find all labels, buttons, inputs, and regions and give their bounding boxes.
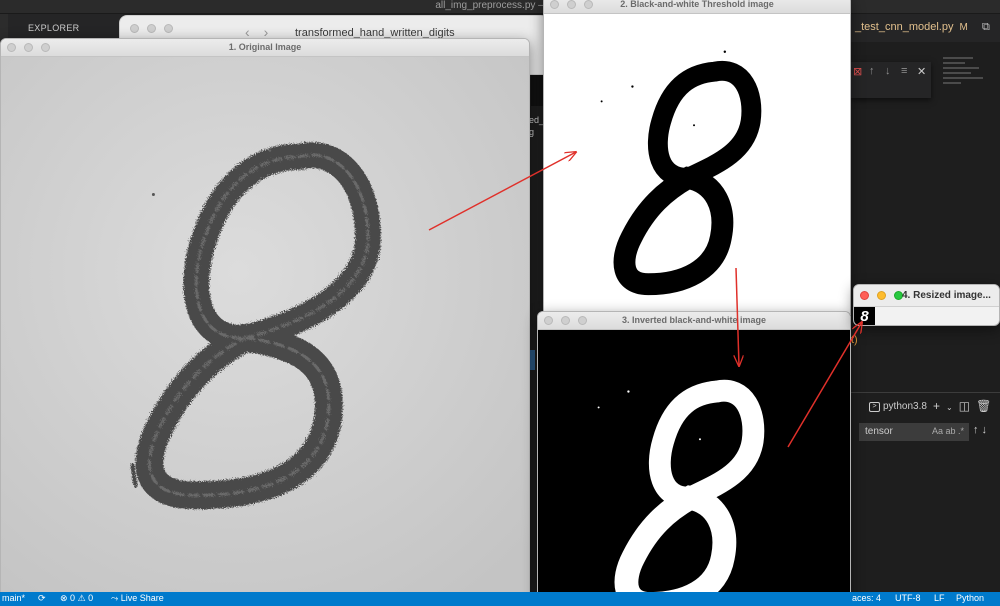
split-editor-icon[interactable]: ⧉ [982,21,994,33]
sync-icon[interactable]: ⟳ [38,593,46,604]
find-next-icon[interactable]: ↓ [885,65,891,77]
editor-file-fragment: ed_ g [529,115,545,137]
find-close-icon[interactable]: ✕ [917,65,926,78]
inverted-image [538,330,850,605]
language-mode[interactable]: Python [956,593,984,603]
new-terminal-icon[interactable]: + [933,399,946,413]
inverted-image-window: 3. Inverted black-and-white image [537,311,851,606]
terminal-find-input[interactable]: tensor Aa ab .* [859,423,969,441]
window-titlebar[interactable]: 2. Black-and-white Threshold image [544,0,850,14]
digit-eight-photo [1,57,529,593]
original-image-window: 1. Original Image [0,38,530,594]
window-title: 2. Black-and-white Threshold image [620,0,774,9]
finder-window-controls [130,24,173,33]
trash-icon[interactable]: 🗑 [976,399,997,413]
encoding-indicator[interactable]: UTF-8 [895,593,921,603]
resized-image-window: 4. Resized image... 8 [853,284,1000,326]
editor-tab-label: _test_cnn_model.py [855,21,954,33]
git-branch[interactable]: main* [2,593,25,603]
minimap[interactable] [943,54,987,108]
window-title: 3. Inverted black-and-white image [621,315,767,325]
close-icon[interactable] [860,291,869,300]
window-title: 4. Resized image... [902,290,991,301]
code-fragment: t) [851,334,858,346]
terminal-icon: > [869,401,880,412]
split-terminal-icon[interactable]: ◫ [959,399,976,413]
minimize-icon[interactable] [877,291,886,300]
find-options[interactable]: Aa ab .* [932,426,964,436]
terminal-panel: > python3.8 +⌄◫🗑 tensor Aa ab .* ↑ ↓ [851,392,1000,592]
find-widget: ⊠ ↑ ↓ ≡ ✕ [851,62,931,98]
modified-badge: M [959,22,968,33]
terminal-find-arrows[interactable]: ↑ ↓ [973,424,987,436]
chevron-down-icon[interactable]: ⌄ [946,403,959,412]
live-share-button[interactable]: ⤳ Live Share [111,593,164,604]
eol-indicator[interactable]: LF [934,593,945,603]
window-titlebar[interactable]: 3. Inverted black-and-white image [538,312,850,330]
window-titlebar[interactable]: 4. Resized image... [854,285,999,307]
problems-indicator[interactable]: ⊗ 0 ⚠ 0 [60,593,93,604]
window-title: 1. Original Image [228,42,302,52]
find-no-results-icon: ⊠ [853,66,863,78]
find-prev-icon[interactable]: ↑ [869,65,875,77]
original-image [1,57,529,593]
live-share-label: Live Share [120,593,164,603]
terminal-find-value: tensor [865,426,893,437]
resized-digit: 8 [854,307,875,325]
error-count: 0 [70,593,76,603]
editor-tab-bar: _test_cnn_model.py M ⧉ [851,14,1000,42]
warning-count: 0 [88,593,94,603]
threshold-image-window: 2. Black-and-white Threshold image [543,0,851,315]
vscode-status-bar: main* ⟳ ⊗ 0 ⚠ 0 ⤳ Live Share aces: 4 UTF… [0,592,1000,606]
terminal-name: python3.8 [883,401,927,412]
digit-eight-threshold [544,14,850,314]
window-controls [860,291,903,300]
explorer-heading: EXPLORER [28,23,80,33]
terminal-actions: +⌄◫🗑 [933,399,997,413]
find-selection-icon[interactable]: ≡ [901,65,907,77]
terminal-selector[interactable]: > python3.8 [869,401,927,412]
indentation-indicator[interactable]: aces: 4 [852,593,881,603]
editor-tab[interactable]: _test_cnn_model.py M [855,21,968,33]
digit-eight-inverted [538,330,850,605]
window-titlebar[interactable]: 1. Original Image [1,39,529,57]
threshold-image [544,14,850,314]
